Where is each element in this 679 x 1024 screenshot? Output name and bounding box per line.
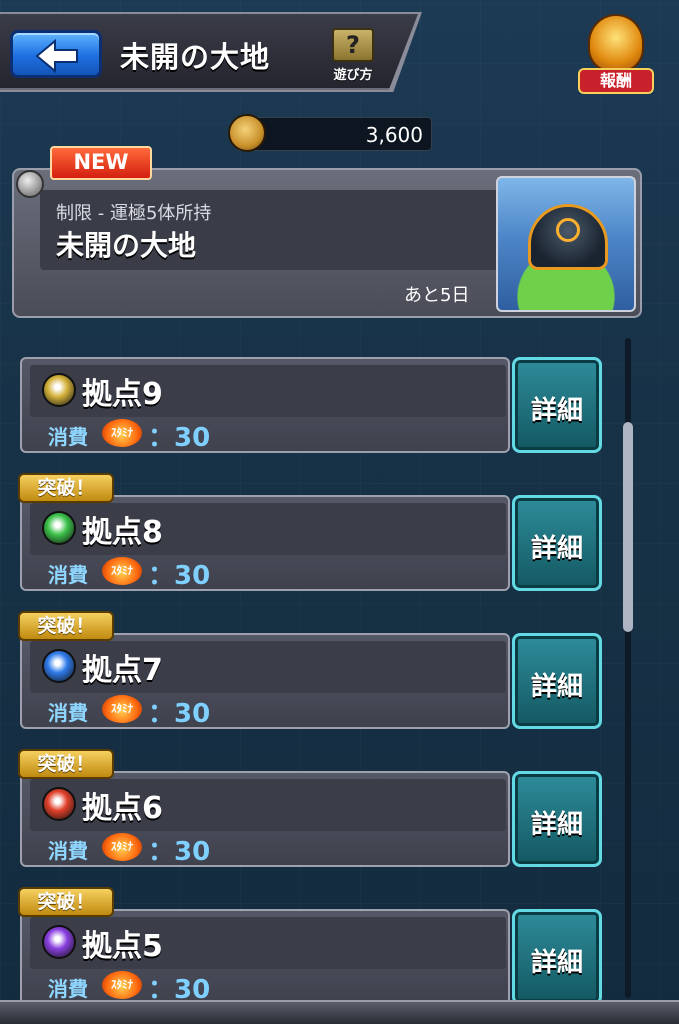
stage-name: 拠点8 [82,515,163,550]
back-arrow-icon [35,39,78,73]
element-icon [42,373,76,407]
stage-name: 拠点6 [82,791,163,826]
cost-label: 消費 [48,563,88,587]
currency-value: 3,600 [365,123,423,147]
stamina-icon: ｽﾀﾐﾅ [102,833,142,861]
stage-name: 拠点9 [82,377,163,412]
stamina-cost: ：30 [148,561,211,591]
element-icon [42,511,76,545]
event-title: 未開の大地 [56,229,197,262]
reward-crest-icon [588,14,644,72]
new-badge: NEW [50,146,152,180]
break-badge: 突破！ [18,611,114,641]
stage-row[interactable]: 拠点8 消費 ｽﾀﾐﾅ ：30 詳細 突破！ [18,473,602,591]
stage-row[interactable]: 拠点5 消費 ｽﾀﾐﾅ ：30 詳細 突破！ [18,887,602,1005]
element-icon [42,649,76,683]
element-icon [42,787,76,821]
stamina-cost: ：30 [148,423,211,453]
reward-button[interactable]: 報酬 [574,14,658,98]
emblem-icon [556,218,580,242]
stage-name: 拠点5 [82,929,163,964]
stamina-icon: ｽﾀﾐﾅ [102,557,142,585]
page-title: 未開の大地 [120,40,271,74]
help-label: 遊び方 [333,68,373,83]
detail-button[interactable]: 詳細 [512,495,602,591]
back-button[interactable] [10,30,102,78]
cost-label: 消費 [48,977,88,1001]
stamina-cost: ：30 [148,837,211,867]
stage-row[interactable]: 拠点9 消費 ｽﾀﾐﾅ ：30 詳細 [20,357,602,453]
detail-label: 詳細 [530,396,583,426]
stamina-icon: ｽﾀﾐﾅ [102,419,142,447]
detail-button[interactable]: 詳細 [512,633,602,729]
break-badge: 突破！ [18,749,114,779]
detail-label: 詳細 [530,672,583,702]
pin-icon [16,170,44,198]
detail-label: 詳細 [530,534,583,564]
stamina-cost: ：30 [148,699,211,729]
element-icon [42,925,76,959]
event-remaining: あと5日 [404,285,470,306]
event-thumbnail [496,176,636,312]
stage-panel[interactable]: 拠点7 消費 ｽﾀﾐﾅ ：30 [20,633,510,729]
break-badge: 突破！ [18,473,114,503]
event-condition: 制限 - 運極5体所持 [56,203,212,224]
reward-label: 報酬 [578,68,654,94]
stamina-icon: ｽﾀﾐﾅ [102,971,142,999]
help-button[interactable]: ? 遊び方 [328,28,378,84]
scrollbar-thumb[interactable] [623,422,633,632]
cost-label: 消費 [48,701,88,725]
stage-panel[interactable]: 拠点6 消費 ｽﾀﾐﾅ ：30 [20,771,510,867]
detail-button[interactable]: 詳細 [512,909,602,1005]
cost-label: 消費 [48,839,88,863]
detail-label: 詳細 [530,948,583,978]
stage-name: 拠点7 [82,653,163,688]
stage-panel[interactable]: 拠点8 消費 ｽﾀﾐﾅ ：30 [20,495,510,591]
stage-panel[interactable]: 拠点9 消費 ｽﾀﾐﾅ ：30 [20,357,510,453]
stage-row[interactable]: 拠点6 消費 ｽﾀﾐﾅ ：30 詳細 突破！ [18,749,602,867]
stage-row[interactable]: 拠点7 消費 ｽﾀﾐﾅ ：30 詳細 突破！ [18,611,602,729]
detail-button[interactable]: 詳細 [512,357,602,453]
detail-button[interactable]: 詳細 [512,771,602,867]
question-icon: ? [332,28,374,62]
stamina-icon: ｽﾀﾐﾅ [102,695,142,723]
stage-panel[interactable]: 拠点5 消費 ｽﾀﾐﾅ ：30 [20,909,510,1005]
detail-label: 詳細 [530,810,583,840]
bottom-frame [0,1000,679,1024]
medal-icon [228,114,266,152]
break-badge: 突破！ [18,887,114,917]
cost-label: 消費 [48,425,88,449]
